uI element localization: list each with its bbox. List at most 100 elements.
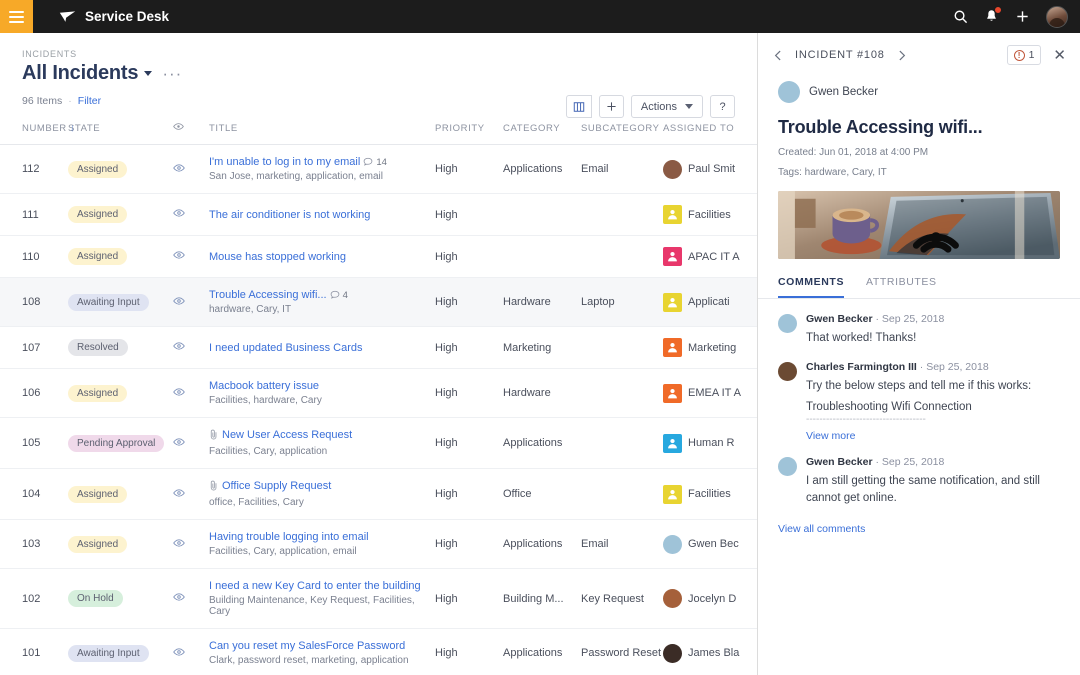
incident-title-link[interactable]: The air conditioner is not working [209,209,370,221]
comment-item: Gwen Becker · Sep 25, 2018That worked! T… [778,313,1060,347]
view-more-link[interactable]: View more [806,430,1060,442]
watch-eye-icon[interactable] [173,537,185,549]
assignee-avatar [663,589,682,608]
watch-eye-icon[interactable] [173,295,185,307]
tab-attributes[interactable]: ATTRIBUTES [866,276,937,298]
alert-badge[interactable]: ! 1 [1007,45,1042,65]
cell-title: I need updated Business Cards [209,327,435,369]
cell-watch[interactable] [173,145,209,194]
cell-watch[interactable] [173,369,209,418]
watch-eye-icon[interactable] [173,436,185,448]
table-row[interactable]: 102On HoldI need a new Key Card to enter… [0,569,757,629]
column-header-state[interactable]: STATE [68,121,173,145]
comment-header: Charles Farmington III · Sep 25, 2018 [806,361,1060,373]
brand: Service Desk [59,9,169,24]
cell-watch[interactable] [173,469,209,520]
cell-state: Assigned [68,520,173,569]
title-dropdown-caret-icon[interactable] [144,71,152,76]
incident-title-link[interactable]: New User Access Request [222,429,352,441]
watch-eye-icon[interactable] [173,487,185,499]
incident-attachment-image[interactable] [778,191,1060,259]
incident-title-link[interactable]: Can you reset my SalesForce Password [209,640,405,652]
incident-title-link[interactable]: I'm unable to log in to my email [209,156,360,168]
table-body: 112AssignedI'm unable to log in to my em… [0,145,757,675]
assignee-name: APAC IT A [688,251,740,263]
table-row[interactable]: 103AssignedHaving trouble logging into e… [0,520,757,569]
chevron-right-icon[interactable] [895,49,908,62]
tab-comments[interactable]: COMMENTS [778,276,844,298]
watch-eye-icon[interactable] [173,249,185,261]
assignee-group-avatar [663,247,682,266]
cell-watch[interactable] [173,278,209,327]
cell-watch[interactable] [173,418,209,469]
incident-title-link[interactable]: I need updated Business Cards [209,342,363,354]
table-row[interactable]: 111AssignedThe air conditioner is not wo… [0,194,757,236]
help-button[interactable]: ? [710,95,735,118]
table-row[interactable]: 101Awaiting InputCan you reset my SalesF… [0,629,757,675]
cell-assigned-to: Applicati [663,278,757,327]
cell-watch[interactable] [173,569,209,629]
incident-title-link[interactable]: Mouse has stopped working [209,251,346,263]
table-row[interactable]: 106AssignedMacbook battery issueFaciliti… [0,369,757,418]
notification-badge [994,6,1002,14]
cell-category: Hardware [503,369,581,418]
cell-subcategory: Email [581,145,663,194]
filter-link[interactable]: Filter [78,95,101,107]
column-header-priority[interactable]: PRIORITY [435,121,503,145]
cell-subcategory: Email [581,520,663,569]
view-all-comments-link[interactable]: View all comments [758,521,1080,535]
incident-id-label: INCIDENT #108 [795,49,885,61]
cell-priority: High [435,236,503,278]
watch-eye-icon[interactable] [173,591,185,603]
user-avatar[interactable] [1046,6,1068,28]
cell-assigned-to: APAC IT A [663,236,757,278]
column-header-title[interactable]: TITLE [209,121,435,145]
more-options-icon[interactable]: ··· [162,69,182,79]
plus-icon[interactable] [1015,9,1030,24]
close-icon[interactable]: ✕ [1053,48,1066,63]
incident-title-link[interactable]: I need a new Key Card to enter the build… [209,580,421,592]
detail-created: Created: Jun 01, 2018 at 4:00 PM [778,147,1060,158]
bell-icon[interactable] [984,9,999,24]
table-row[interactable]: 107ResolvedI need updated Business Cards… [0,327,757,369]
cell-state: Awaiting Input [68,629,173,675]
cell-watch[interactable] [173,327,209,369]
incident-title-link[interactable]: Office Supply Request [222,480,331,492]
table-row[interactable]: 110AssignedMouse has stopped workingHigh… [0,236,757,278]
cell-watch[interactable] [173,629,209,675]
incident-title-link[interactable]: Macbook battery issue [209,380,319,392]
add-incident-button[interactable] [599,95,624,118]
column-header-subcategory[interactable]: SUBCATEGORY [581,121,663,145]
watch-eye-icon[interactable] [173,207,185,219]
watch-eye-icon[interactable] [173,386,185,398]
chevron-left-icon[interactable] [772,49,785,62]
comment-count: 14 [363,157,387,168]
cell-state: Assigned [68,145,173,194]
watch-eye-icon[interactable] [173,162,185,174]
cell-watch[interactable] [173,236,209,278]
search-icon[interactable] [953,9,968,24]
assignee-group-avatar [663,338,682,357]
table-row[interactable]: 108Awaiting InputTrouble Accessing wifi.… [0,278,757,327]
detail-tabs: COMMENTS ATTRIBUTES [758,276,1080,299]
table-row[interactable]: 104AssignedOffice Supply Requestoffice, … [0,469,757,520]
columns-button[interactable] [566,95,592,118]
column-header-number[interactable]: NUMBER↓ [0,121,68,145]
cell-title: Having trouble logging into emailFacilit… [209,520,435,569]
table-row[interactable]: 105Pending ApprovalNew User Access Reque… [0,418,757,469]
status-badge: Assigned [68,248,127,265]
cell-watch[interactable] [173,194,209,236]
cell-watch[interactable] [173,520,209,569]
watch-eye-icon[interactable] [173,340,185,352]
incident-title-link[interactable]: Having trouble logging into email [209,531,369,543]
cell-subcategory: Password Reset [581,629,663,675]
hamburger-menu-icon[interactable] [0,0,33,33]
cell-title: Office Supply Requestoffice, Facilities,… [209,469,435,520]
cell-title: I'm unable to log in to my email 14San J… [209,145,435,194]
column-header-assigned-to[interactable]: ASSIGNED TO [663,121,757,145]
incident-title-link[interactable]: Trouble Accessing wifi... [209,289,327,301]
table-row[interactable]: 112AssignedI'm unable to log in to my em… [0,145,757,194]
actions-button[interactable]: Actions [631,95,703,118]
watch-eye-icon[interactable] [173,646,185,658]
column-header-category[interactable]: CATEGORY [503,121,581,145]
